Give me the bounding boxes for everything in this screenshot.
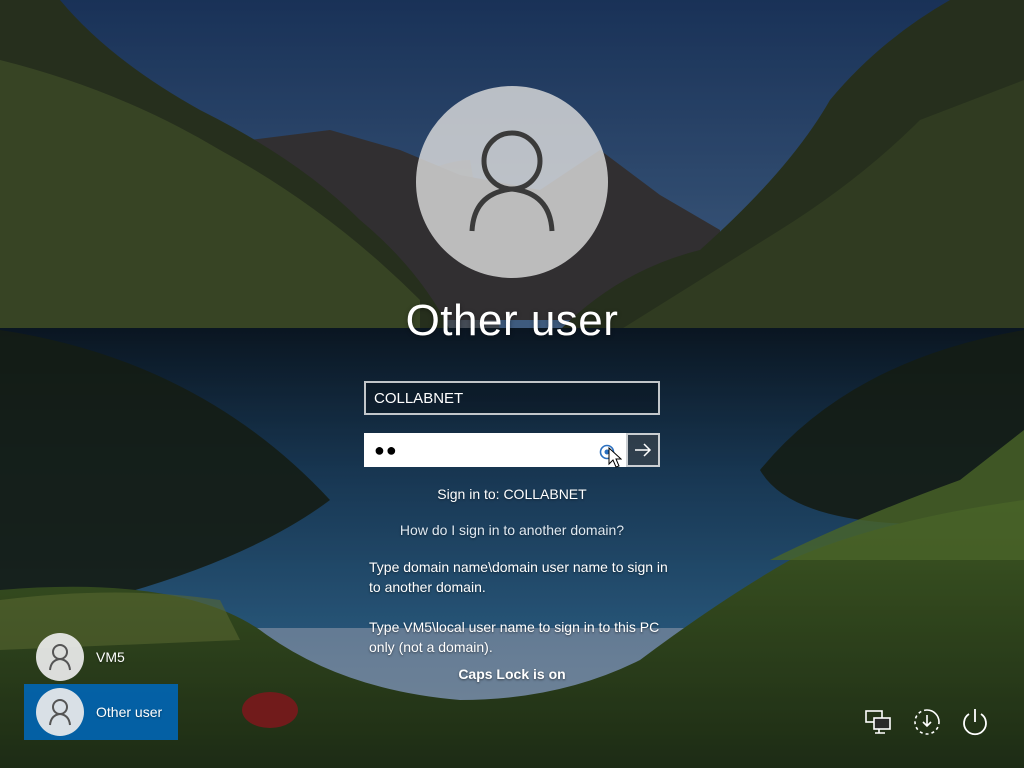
domain-help-text: Type domain name\domain user name to sig…: [369, 559, 668, 595]
password-field[interactable]: ●●: [364, 433, 626, 467]
ease-of-access-icon: [914, 709, 940, 735]
signin-help-link[interactable]: How do I sign in to another domain?: [312, 522, 712, 538]
power-button[interactable]: [959, 706, 991, 738]
user-tile-label: Other user: [96, 704, 163, 720]
user-tile-avatar: [36, 688, 84, 736]
ease-of-access-button[interactable]: [911, 706, 943, 738]
password-value: ●●: [374, 439, 398, 460]
person-icon: [49, 699, 71, 726]
user-avatar: [416, 86, 608, 278]
username-field[interactable]: COLLABNET: [364, 381, 660, 415]
local-help-text: Type VM5\local user name to sign in to t…: [369, 619, 660, 655]
arrow-right-icon: [635, 443, 652, 457]
person-icon: [49, 644, 71, 671]
network-icon: [865, 710, 891, 734]
signin-domain-text: Sign in to: COLLABNET: [437, 486, 587, 502]
person-icon: [469, 130, 555, 232]
mouse-pointer-icon: [608, 447, 622, 468]
caps-lock-warning: Caps Lock is on: [458, 666, 566, 682]
network-button[interactable]: [863, 706, 895, 738]
user-tile-vm5[interactable]: VM5: [24, 629, 178, 685]
power-icon: [963, 709, 987, 736]
user-tile-label: VM5: [96, 649, 125, 665]
submit-button[interactable]: [626, 433, 660, 467]
user-tile-avatar: [36, 633, 84, 681]
user-display-name: Other user: [405, 296, 619, 345]
user-tile-other-user[interactable]: Other user: [24, 684, 178, 740]
